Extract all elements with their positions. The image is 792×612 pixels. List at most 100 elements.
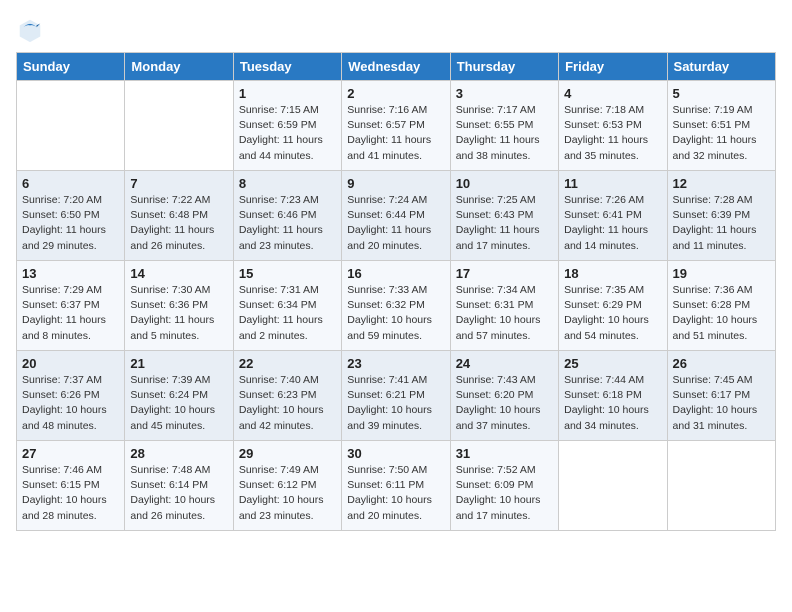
calendar-cell: 2 Sunrise: 7:16 AMSunset: 6:57 PMDaylight… — [342, 81, 450, 171]
day-number: 2 — [347, 86, 444, 101]
cell-content: Sunrise: 7:34 AMSunset: 6:31 PMDaylight:… — [456, 283, 553, 344]
cell-content: Sunrise: 7:50 AMSunset: 6:11 PMDaylight:… — [347, 463, 444, 524]
cell-content: Sunrise: 7:31 AMSunset: 6:34 PMDaylight:… — [239, 283, 336, 344]
calendar-cell: 14 Sunrise: 7:30 AMSunset: 6:36 PMDayligh… — [125, 261, 233, 351]
calendar-cell: 24 Sunrise: 7:43 AMSunset: 6:20 PMDayligh… — [450, 351, 558, 441]
calendar-cell: 3 Sunrise: 7:17 AMSunset: 6:55 PMDaylight… — [450, 81, 558, 171]
day-number: 7 — [130, 176, 227, 191]
calendar-cell — [17, 81, 125, 171]
day-number: 1 — [239, 86, 336, 101]
calendar-week-row: 20 Sunrise: 7:37 AMSunset: 6:26 PMDayligh… — [17, 351, 776, 441]
day-header-thursday: Thursday — [450, 53, 558, 81]
calendar-cell: 16 Sunrise: 7:33 AMSunset: 6:32 PMDayligh… — [342, 261, 450, 351]
calendar-cell: 22 Sunrise: 7:40 AMSunset: 6:23 PMDayligh… — [233, 351, 341, 441]
cell-content: Sunrise: 7:52 AMSunset: 6:09 PMDaylight:… — [456, 463, 553, 524]
cell-content: Sunrise: 7:24 AMSunset: 6:44 PMDaylight:… — [347, 193, 444, 254]
day-number: 9 — [347, 176, 444, 191]
day-number: 5 — [673, 86, 770, 101]
calendar-cell: 27 Sunrise: 7:46 AMSunset: 6:15 PMDayligh… — [17, 441, 125, 531]
day-header-wednesday: Wednesday — [342, 53, 450, 81]
calendar-week-row: 13 Sunrise: 7:29 AMSunset: 6:37 PMDayligh… — [17, 261, 776, 351]
calendar-cell: 1 Sunrise: 7:15 AMSunset: 6:59 PMDaylight… — [233, 81, 341, 171]
calendar-cell: 8 Sunrise: 7:23 AMSunset: 6:46 PMDaylight… — [233, 171, 341, 261]
calendar-cell: 23 Sunrise: 7:41 AMSunset: 6:21 PMDayligh… — [342, 351, 450, 441]
calendar-cell — [667, 441, 775, 531]
calendar-week-row: 27 Sunrise: 7:46 AMSunset: 6:15 PMDayligh… — [17, 441, 776, 531]
cell-content: Sunrise: 7:37 AMSunset: 6:26 PMDaylight:… — [22, 373, 119, 434]
cell-content: Sunrise: 7:39 AMSunset: 6:24 PMDaylight:… — [130, 373, 227, 434]
day-number: 12 — [673, 176, 770, 191]
cell-content: Sunrise: 7:30 AMSunset: 6:36 PMDaylight:… — [130, 283, 227, 344]
calendar-cell: 29Sunrise: 7:49 AMSunset: 6:12 PMDayligh… — [233, 441, 341, 531]
calendar-cell: 25 Sunrise: 7:44 AMSunset: 6:18 PMDayligh… — [559, 351, 667, 441]
calendar-cell: 28 Sunrise: 7:48 AMSunset: 6:14 PMDayligh… — [125, 441, 233, 531]
cell-content: Sunrise: 7:29 AMSunset: 6:37 PMDaylight:… — [22, 283, 119, 344]
calendar-cell: 5 Sunrise: 7:19 AMSunset: 6:51 PMDaylight… — [667, 81, 775, 171]
calendar-cell: 31 Sunrise: 7:52 AMSunset: 6:09 PMDayligh… — [450, 441, 558, 531]
day-number: 6 — [22, 176, 119, 191]
cell-content: Sunrise: 7:25 AMSunset: 6:43 PMDaylight:… — [456, 193, 553, 254]
cell-content: Sunrise: 7:26 AMSunset: 6:41 PMDaylight:… — [564, 193, 661, 254]
cell-content: Sunrise: 7:41 AMSunset: 6:21 PMDaylight:… — [347, 373, 444, 434]
day-number: 13 — [22, 266, 119, 281]
cell-content: Sunrise: 7:17 AMSunset: 6:55 PMDaylight:… — [456, 103, 553, 164]
calendar-cell: 7 Sunrise: 7:22 AMSunset: 6:48 PMDaylight… — [125, 171, 233, 261]
cell-content: Sunrise: 7:22 AMSunset: 6:48 PMDaylight:… — [130, 193, 227, 254]
cell-content: Sunrise: 7:18 AMSunset: 6:53 PMDaylight:… — [564, 103, 661, 164]
cell-content: Sunrise: 7:28 AMSunset: 6:39 PMDaylight:… — [673, 193, 770, 254]
cell-content: Sunrise: 7:43 AMSunset: 6:20 PMDaylight:… — [456, 373, 553, 434]
day-number: 15 — [239, 266, 336, 281]
day-number: 14 — [130, 266, 227, 281]
calendar-cell — [125, 81, 233, 171]
cell-content: Sunrise: 7:20 AMSunset: 6:50 PMDaylight:… — [22, 193, 119, 254]
calendar-cell: 21 Sunrise: 7:39 AMSunset: 6:24 PMDayligh… — [125, 351, 233, 441]
day-number: 24 — [456, 356, 553, 371]
cell-content: Sunrise: 7:40 AMSunset: 6:23 PMDaylight:… — [239, 373, 336, 434]
cell-content: Sunrise: 7:48 AMSunset: 6:14 PMDaylight:… — [130, 463, 227, 524]
cell-content: Sunrise: 7:33 AMSunset: 6:32 PMDaylight:… — [347, 283, 444, 344]
day-number: 17 — [456, 266, 553, 281]
cell-content: Sunrise: 7:16 AMSunset: 6:57 PMDaylight:… — [347, 103, 444, 164]
day-header-sunday: Sunday — [17, 53, 125, 81]
calendar-week-row: 6 Sunrise: 7:20 AMSunset: 6:50 PMDaylight… — [17, 171, 776, 261]
day-number: 4 — [564, 86, 661, 101]
day-number: 26 — [673, 356, 770, 371]
day-header-monday: Monday — [125, 53, 233, 81]
calendar-cell: 15 Sunrise: 7:31 AMSunset: 6:34 PMDayligh… — [233, 261, 341, 351]
cell-content: Sunrise: 7:23 AMSunset: 6:46 PMDaylight:… — [239, 193, 336, 254]
day-number: 21 — [130, 356, 227, 371]
day-number: 25 — [564, 356, 661, 371]
day-number: 20 — [22, 356, 119, 371]
calendar-cell: 11 Sunrise: 7:26 AMSunset: 6:41 PMDayligh… — [559, 171, 667, 261]
calendar-week-row: 1 Sunrise: 7:15 AMSunset: 6:59 PMDaylight… — [17, 81, 776, 171]
cell-content: Sunrise: 7:19 AMSunset: 6:51 PMDaylight:… — [673, 103, 770, 164]
cell-content: Sunrise: 7:36 AMSunset: 6:28 PMDaylight:… — [673, 283, 770, 344]
day-number: 27 — [22, 446, 119, 461]
calendar-cell: 19 Sunrise: 7:36 AMSunset: 6:28 PMDayligh… — [667, 261, 775, 351]
calendar-cell: 20 Sunrise: 7:37 AMSunset: 6:26 PMDayligh… — [17, 351, 125, 441]
calendar-header-row: SundayMondayTuesdayWednesdayThursdayFrid… — [17, 53, 776, 81]
day-number: 18 — [564, 266, 661, 281]
day-number: 19 — [673, 266, 770, 281]
day-number: 22 — [239, 356, 336, 371]
day-number: 23 — [347, 356, 444, 371]
day-number: 16 — [347, 266, 444, 281]
cell-content: Sunrise: 7:49 AMSunset: 6:12 PMDaylight:… — [239, 463, 336, 524]
day-header-friday: Friday — [559, 53, 667, 81]
day-number: 10 — [456, 176, 553, 191]
cell-content: Sunrise: 7:46 AMSunset: 6:15 PMDaylight:… — [22, 463, 119, 524]
calendar-cell: 4 Sunrise: 7:18 AMSunset: 6:53 PMDaylight… — [559, 81, 667, 171]
calendar-cell: 30Sunrise: 7:50 AMSunset: 6:11 PMDayligh… — [342, 441, 450, 531]
cell-content: Sunrise: 7:15 AMSunset: 6:59 PMDaylight:… — [239, 103, 336, 164]
day-number: 3 — [456, 86, 553, 101]
cell-content: Sunrise: 7:44 AMSunset: 6:18 PMDaylight:… — [564, 373, 661, 434]
calendar-cell: 6 Sunrise: 7:20 AMSunset: 6:50 PMDaylight… — [17, 171, 125, 261]
day-number: 8 — [239, 176, 336, 191]
day-number: 11 — [564, 176, 661, 191]
day-number: 28 — [130, 446, 227, 461]
cell-content: Sunrise: 7:45 AMSunset: 6:17 PMDaylight:… — [673, 373, 770, 434]
day-header-tuesday: Tuesday — [233, 53, 341, 81]
day-number: 31 — [456, 446, 553, 461]
calendar-table: SundayMondayTuesdayWednesdayThursdayFrid… — [16, 52, 776, 531]
logo[interactable] — [16, 16, 48, 44]
